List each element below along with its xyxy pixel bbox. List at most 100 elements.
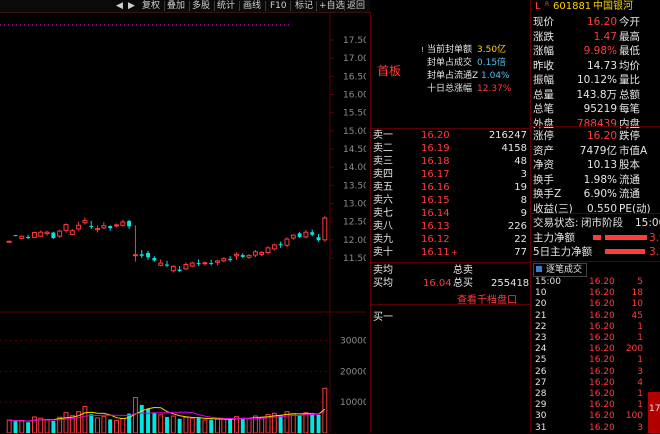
stat-value: 14.73 [586,59,617,72]
stat-value: 9.98% [583,45,617,57]
candle-body [44,231,50,235]
candle-body [158,262,164,266]
tick-price: 16.20 [589,299,615,310]
ask-level-label: 卖一 [373,130,393,141]
ask-level-row[interactable]: 卖四 16.17 3 [371,169,531,181]
toolbar-back-button[interactable]: 返回 [347,0,365,12]
price-tick-label: 14.50 [343,145,366,155]
ask-level-volume: 3 [520,169,527,180]
inflow-bar [605,235,647,240]
tick-trade-row: 29 16.20 1 [531,400,660,411]
candle-body [120,221,126,226]
ask-level-volume: 4158 [501,143,527,154]
volume-bar [246,418,252,433]
tick-trade-row: 22 16.20 1 [531,322,660,333]
stat-label: 涨停 [533,130,554,142]
candle-body [202,262,208,265]
stat-value: 16.20 [586,16,617,28]
volume-bar [31,416,37,433]
toolbar-draw-line-button[interactable]: 画线 [243,0,261,12]
tick-trades-tab[interactable]: 逐笔成交 [533,263,587,277]
candle-body [177,269,182,272]
toolbar-mark-button[interactable]: 标记 [295,0,313,12]
ticks-scroll-strip[interactable]: 17 [648,392,660,433]
tick-trade-row: 28 16.20 1 [531,389,660,400]
volume-bar [290,413,296,433]
ask-level-row[interactable]: 卖九 16.12 22 [371,234,531,246]
tick-volume: 1 [637,389,643,399]
toolbar-add-watchlist-button[interactable]: +自选 [319,0,345,12]
volume-bar [19,420,25,433]
candle-body [26,236,31,239]
candle-body [265,247,271,254]
ask-change-mark: + [451,248,458,257]
candle-body [57,230,63,237]
main-inflow-row: 主力净额 3.9 [533,232,660,244]
toolbar-f10-button[interactable]: F10 [270,0,287,12]
ask-level-price: 16.18 [421,156,450,167]
volume-bar [13,421,18,433]
tick-trade-row: 30 16.20 100 [531,411,660,422]
price-tick-label: 15.50 [343,109,366,119]
ask-level-label: 卖二 [373,143,393,154]
toolbar-multi-stock-button[interactable]: 多股 [192,0,210,12]
toolbar-overlay-button[interactable]: 叠加 [167,0,185,12]
candle-body [215,260,220,263]
candle-body [69,230,75,235]
stat-label: 换手Z [533,188,562,200]
volume-bar [228,419,233,433]
tick-price: 16.20 [589,288,615,299]
tick-price: 16.20 [589,422,615,433]
volume-bar [215,418,220,433]
volume-bar [310,414,315,433]
inflow-square-icon [593,235,601,240]
stat-label-right: 均价 [619,59,640,72]
buy-summary-row: 买均 16.04 总买 255418 [373,278,530,289]
volume-bar [202,419,208,433]
ask-level-row[interactable]: 卖六 16.15 8 [371,195,531,207]
volume-bar [44,419,50,433]
candlestick-series [6,216,328,273]
tick-time: 24 [535,344,547,355]
tick-price: 16.20 [589,310,615,321]
ask-level-price: 16.20 [421,130,450,141]
axis-labels: 17.50 17.00 16.50 16.00 15.50 15.00 14.50 14.00… [340,36,366,408]
candle-body [108,226,113,229]
volume-bar [6,419,12,433]
ask-level-price: 16.13 [421,221,450,232]
stat-row: 换手 1.98% 流通 [531,173,660,187]
ask-level-row[interactable]: 卖三 16.18 48 [371,156,531,168]
tick-volume: 45 [631,310,643,321]
stat-label: 净资 [533,159,554,171]
kline-chart[interactable]: 17.50 17.00 16.50 16.00 15.50 15.00 14.50 14.00… [0,12,366,433]
ask-level-label: 卖十 [373,247,393,258]
ask-level-row[interactable]: 卖一 16.20 216247 [371,130,531,142]
candle-body [152,258,157,261]
scroll-right-arrow-icon[interactable]: ▶ [128,0,135,12]
scroll-left-arrow-icon[interactable]: ◀ [116,0,123,12]
ask-level-row[interactable]: 卖二 16.19 4158 [371,143,531,155]
tick-volume: 1 [637,321,643,332]
volume-bar [101,416,107,433]
stat-label: 昨收 [533,59,554,72]
candle-body [76,224,82,230]
stat-row: 涨幅 9.98% 最低 [531,44,660,58]
ask-level-row[interactable]: 卖八 16.13 226 [371,221,531,233]
stat-label: 振幅 [533,74,554,86]
volume-bar [209,419,214,433]
tick-time: 23 [535,333,547,343]
toolbar-restore-rights-button[interactable]: 复权 [142,0,160,12]
tick-volume: 3 [637,366,643,377]
ask-level-row[interactable]: 卖十 16.11 +77 [371,247,531,259]
tab-marker-icon [536,266,542,272]
ask-level-volume: 9 [520,208,527,219]
stock-info-panel: L R 601881 中国银河 现价 16.20 今开 涨跌 1.47 最高 涨幅 9.98%… [530,0,660,433]
ask-level-row[interactable]: 卖五 16.16 19 [371,182,531,194]
ten-day-gain-label: 十日总涨幅 [427,84,473,94]
tick-volume: 100 [625,411,643,422]
ask-level-row[interactable]: 卖七 16.14 9 [371,208,531,220]
ask-level-label: 卖七 [373,208,393,219]
volume-bar [177,418,182,433]
tick-trade-row: 20 16.20 10 [531,299,660,310]
toolbar-statistics-button[interactable]: 统计 [217,0,235,12]
